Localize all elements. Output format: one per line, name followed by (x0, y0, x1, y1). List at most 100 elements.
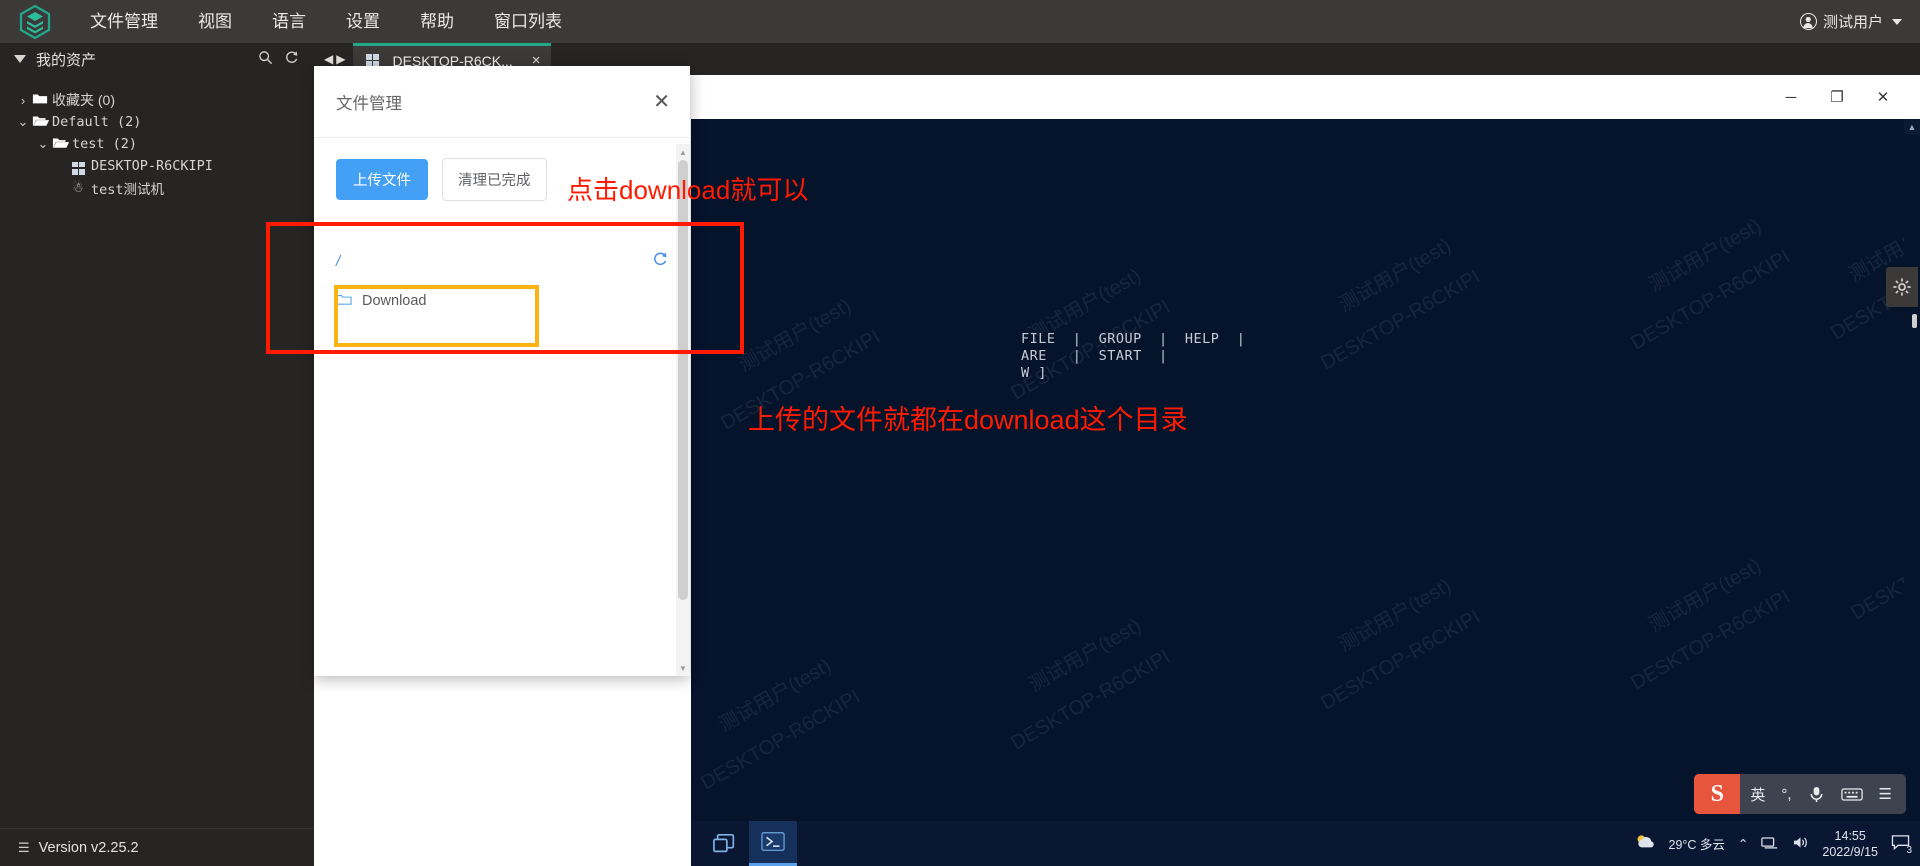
weather-glyph (1637, 835, 1654, 848)
ime-menu-icon[interactable]: ☰ (1873, 785, 1898, 803)
mic-icon[interactable] (1802, 785, 1831, 804)
taskbar-clock[interactable]: 14:55 2022/9/15 (1822, 828, 1878, 860)
tab-nav-prev-icon[interactable]: ◀ (324, 52, 333, 66)
keyboard-glyph (1840, 787, 1863, 801)
current-path[interactable]: / (336, 253, 340, 270)
app-logo[interactable] (0, 4, 70, 40)
collapse-caret-icon[interactable] (14, 55, 26, 63)
tree-item-test[interactable]: ⌄ test (2) (0, 133, 314, 155)
file-manager-title: 文件管理 (336, 94, 402, 113)
folder-icon (336, 293, 352, 310)
tab-nav-next-icon[interactable]: ▶ (336, 52, 345, 66)
windows-taskbar: 29°C 多云 ⌃ 14:55 2022/9/15 3 (691, 821, 1920, 866)
refresh-glyph (285, 50, 297, 63)
menu-items: 文件管理 视图 语言 设置 帮助 窗口列表 (70, 0, 582, 43)
rdp-maximize-button[interactable]: ❐ (1814, 80, 1860, 114)
sidebar: 我的资产 › 收藏夹 (0) ⌄ Default (2) ⌄ test (2) … (0, 43, 314, 866)
linux-icon: ☃ (72, 180, 84, 195)
user-menu[interactable]: 测试用户 (1799, 11, 1920, 32)
file-name: Download (362, 293, 427, 309)
rdp-minimize-button[interactable]: ─ (1768, 80, 1814, 114)
terminal-glyph (761, 832, 785, 851)
file-manager-header: 文件管理 ✕ (314, 66, 690, 138)
ime-mode-button[interactable]: 英 (1744, 784, 1771, 805)
file-manager-scrollbar[interactable]: ▲ ▼ (676, 144, 690, 676)
folder-closed-icon (32, 92, 52, 109)
clock-date: 2022/9/15 (1822, 844, 1878, 859)
notification-icon[interactable]: 3 (1891, 834, 1912, 856)
file-manager-dialog: 文件管理 ✕ 上传文件 清理已完成 / Download ▲ ▼ (314, 66, 690, 676)
taskbar-tray: 29°C 多云 ⌃ 14:55 2022/9/15 3 (1634, 828, 1920, 860)
tree-label-favorites: 收藏夹 (0) (52, 92, 115, 108)
volume-glyph (1794, 836, 1808, 848)
weather-label: 29°C 多云 (1668, 838, 1725, 852)
refresh-icon[interactable] (278, 50, 304, 69)
annotation-text-top: 点击download就可以 (567, 175, 809, 205)
terminal-line: ARE | START | (1021, 348, 1168, 364)
close-icon[interactable]: ✕ (653, 92, 670, 112)
notification-count: 3 (1906, 844, 1912, 856)
menu-item-help[interactable]: 帮助 (400, 0, 474, 43)
windows-icon (72, 161, 85, 175)
menu-item-language[interactable]: 语言 (252, 0, 326, 43)
ime-punctuation-button[interactable]: °, (1775, 786, 1797, 803)
folder-open-glyph (52, 137, 70, 148)
chevron-down-icon (1892, 18, 1902, 25)
mic-glyph (1810, 786, 1822, 802)
menu-item-view[interactable]: 视图 (178, 0, 252, 43)
menu-item-settings[interactable]: 设置 (326, 0, 400, 43)
tree-item-default[interactable]: ⌄ Default (2) (0, 111, 314, 133)
rdp-close-button[interactable]: ✕ (1860, 80, 1906, 114)
sun-cloud-icon (1634, 833, 1656, 854)
keyboard-icon[interactable] (1835, 787, 1869, 802)
scroll-down-icon[interactable]: ▼ (676, 660, 690, 676)
gear-glyph (1893, 278, 1911, 296)
scrollbar-track[interactable] (676, 160, 690, 660)
tree-item-favorites[interactable]: › 收藏夹 (0) (0, 89, 314, 111)
taskbar-powershell-icon[interactable] (749, 821, 797, 866)
refresh-icon[interactable] (652, 251, 668, 272)
ime-toolbar[interactable]: S 英 °, ☰ (1694, 774, 1906, 814)
chevron-right-icon[interactable]: › (14, 93, 32, 108)
file-list-item-download[interactable]: Download (336, 284, 668, 318)
sogou-logo-icon: S (1694, 774, 1741, 814)
taskbar-task-view-icon[interactable] (701, 821, 749, 866)
network-icon[interactable] (1761, 835, 1779, 853)
logo-icon (19, 4, 51, 39)
file-manager-path-row: / (314, 224, 690, 276)
scroll-up-icon[interactable]: ▲ (676, 144, 690, 160)
task-view-glyph (713, 833, 735, 852)
volume-icon[interactable] (1792, 835, 1809, 853)
search-glyph (258, 50, 272, 64)
rdp-scroll-thumb[interactable] (1912, 314, 1917, 328)
search-icon[interactable] (252, 50, 278, 69)
folder-open-icon (32, 114, 52, 131)
scroll-up-icon[interactable]: ▲ (1904, 119, 1920, 135)
folder-open-icon (52, 136, 72, 153)
rdp-screen[interactable]: 测试用户(test) DESKTOP-R6CKIPI 测试用户(test) DE… (691, 119, 1920, 866)
app-root: 文件管理 视图 语言 设置 帮助 窗口列表 测试用户 我的资产 › 收藏夹 (0… (0, 0, 1920, 866)
refresh-glyph (654, 252, 667, 265)
scrollbar-thumb[interactable] (678, 160, 688, 600)
version-bar: ☰ Version v2.25.2 (0, 828, 314, 866)
clear-completed-button[interactable]: 清理已完成 (442, 158, 547, 201)
tree-item-desktop-r6ckipi[interactable]: DESKTOP-R6CKIPI (0, 155, 314, 177)
file-list: Download (314, 276, 690, 676)
user-avatar-icon (1799, 13, 1817, 30)
terminal-line: FILE | GROUP | HELP | (1021, 331, 1246, 347)
upload-file-button[interactable]: 上传文件 (336, 159, 428, 200)
terminal-line: W ] (1021, 365, 1047, 381)
annotation-text-bottom: 上传的文件就都在download这个目录 (748, 405, 1188, 435)
menu-item-file-manage[interactable]: 文件管理 (70, 0, 178, 43)
menu-item-window-list[interactable]: 窗口列表 (474, 0, 582, 43)
gear-icon[interactable] (1886, 267, 1918, 307)
tree-label-default: Default (2) (52, 114, 142, 130)
tree-label-test: test (2) (72, 136, 138, 152)
tree-item-test-host[interactable]: ☃ test测试机 (0, 177, 314, 199)
chevron-down-icon[interactable]: ⌄ (14, 114, 32, 130)
folder-glyph (32, 94, 48, 103)
chevron-down-icon[interactable]: ⌄ (34, 136, 52, 152)
folder-glyph (336, 294, 352, 305)
rdp-scrollbar[interactable]: ▲ (1904, 119, 1920, 866)
tray-expand-icon[interactable]: ⌃ (1738, 836, 1748, 851)
